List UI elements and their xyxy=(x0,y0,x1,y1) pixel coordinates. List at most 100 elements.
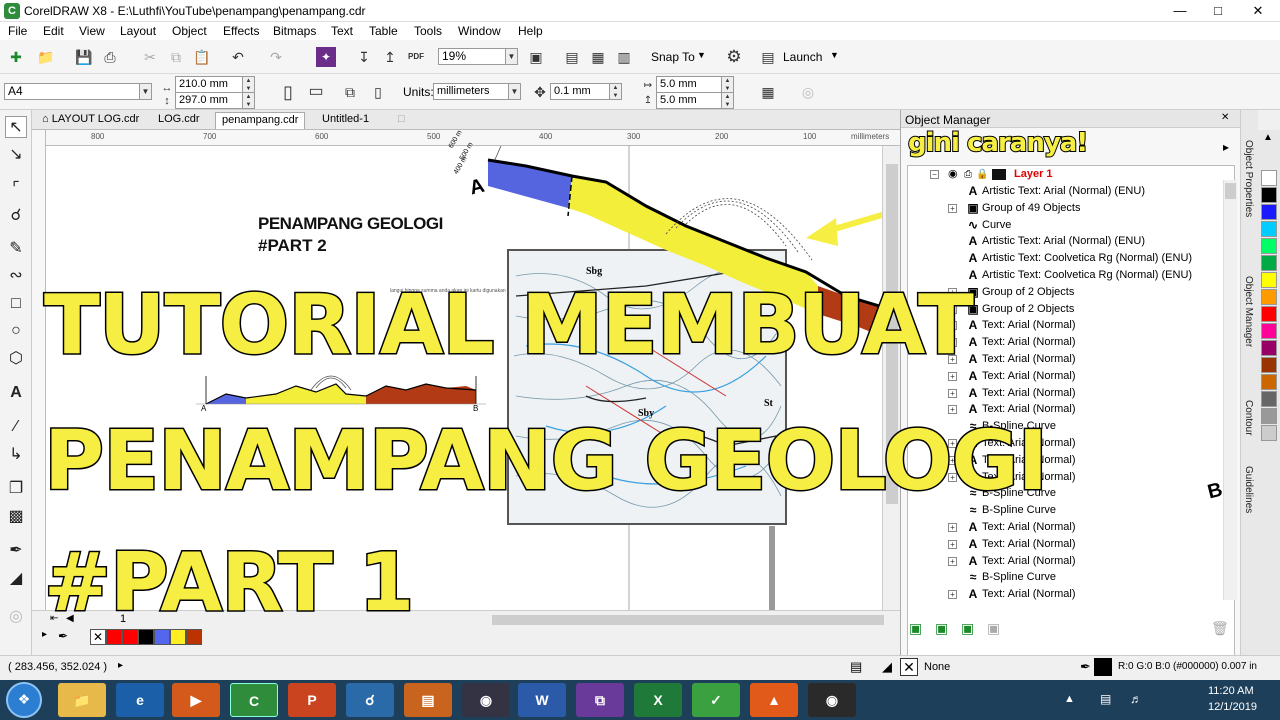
fill-bucket-icon[interactable]: ◢ xyxy=(882,659,892,675)
open-icon[interactable]: 📁 xyxy=(36,47,56,67)
palette-color-swatch[interactable] xyxy=(1261,272,1277,288)
color-swatch[interactable] xyxy=(154,629,170,645)
duplicate-y-field[interactable]: 5.0 mm xyxy=(656,92,722,109)
snap-to-button[interactable]: Snap To xyxy=(651,50,695,64)
palette-color-swatch[interactable] xyxy=(1261,221,1277,237)
object-row[interactable]: ≈ B-Spline Curve xyxy=(908,569,1228,586)
duplicate-x-field[interactable]: 5.0 mm xyxy=(656,76,722,93)
expand-icon[interactable]: + xyxy=(948,523,957,532)
visual-studio-icon[interactable]: ⧉ xyxy=(576,683,624,717)
shape-tool-icon[interactable]: ↘ xyxy=(5,144,27,166)
duplicate-x-spinner[interactable]: ▲ ▼ xyxy=(722,76,734,93)
globe-app-icon[interactable]: ◉ xyxy=(462,683,510,717)
zoom-level-field[interactable]: 19% xyxy=(438,48,506,65)
object-tree-scrollbar[interactable] xyxy=(1223,180,1237,600)
lock-icon[interactable]: 🔒 xyxy=(976,166,988,183)
outline-color-swatch[interactable] xyxy=(1094,658,1112,676)
nudge-distance-field[interactable]: 0.1 mm xyxy=(550,83,610,100)
full-screen-icon[interactable]: ▣ xyxy=(526,47,546,67)
new-master-layer-odd-icon[interactable]: ▣ xyxy=(987,620,1000,637)
menu-table[interactable]: Table xyxy=(369,24,398,38)
canvas-heading-line2[interactable]: #PART 2 xyxy=(258,236,327,256)
page-size-select[interactable]: A4 xyxy=(4,83,140,100)
menu-layout[interactable]: Layout xyxy=(120,24,156,38)
object-row[interactable]: A Artistic Text: Arial (Normal) (ENU) xyxy=(908,183,1228,200)
print-icon[interactable]: ⎙ xyxy=(100,47,120,67)
page-width-field[interactable]: 210.0 mm xyxy=(175,76,243,93)
page-height-field[interactable]: 297.0 mm xyxy=(175,92,243,109)
object-row[interactable]: + A Text: Arial (Normal) xyxy=(908,519,1228,536)
freehand-tool-icon[interactable]: ✎ xyxy=(5,238,27,260)
fill-none-swatch[interactable]: ✕ xyxy=(900,658,918,676)
artistic-media-icon[interactable]: ∾ xyxy=(5,265,27,287)
expand-icon[interactable]: + xyxy=(948,539,957,549)
object-row[interactable]: ∿ Curve xyxy=(908,217,1228,234)
launch-chevron-down-icon[interactable]: ▼ xyxy=(830,50,839,60)
palette-color-swatch[interactable] xyxy=(1261,170,1277,186)
current-page-icon[interactable]: ▯ xyxy=(368,82,388,102)
file-explorer-icon[interactable]: 📁 xyxy=(58,683,106,717)
publish-pdf-icon[interactable]: PDF xyxy=(406,47,426,67)
text-tool-icon[interactable]: A xyxy=(5,382,27,404)
palette-color-swatch[interactable] xyxy=(1261,425,1277,441)
tray-chevron-icon[interactable]: ▲ xyxy=(1064,693,1075,705)
minimize-icon[interactable]: — xyxy=(1165,0,1195,22)
search-content-icon[interactable]: ✦ xyxy=(316,47,336,67)
object-row[interactable]: + A Text: Arial (Normal) xyxy=(908,586,1228,603)
duplicate-y-spinner[interactable]: ▲ ▼ xyxy=(722,92,734,109)
crop-tool-icon[interactable]: ⌜ xyxy=(5,178,27,200)
app-orange-icon[interactable]: ▲ xyxy=(750,683,798,717)
palette-color-swatch[interactable] xyxy=(1261,323,1277,339)
landscape-icon[interactable]: ▭ xyxy=(306,82,326,102)
palette-color-swatch[interactable] xyxy=(1261,391,1277,407)
eye-icon[interactable]: ◉ xyxy=(948,166,958,183)
show-grid-icon[interactable]: ▦ xyxy=(588,47,608,67)
new-layer-icon[interactable]: ▣ xyxy=(909,620,922,637)
search-globe-icon[interactable]: ☌ xyxy=(346,683,394,717)
new-master-layer-icon[interactable]: ▣ xyxy=(935,620,948,637)
clock-time[interactable]: 11:20 AM xyxy=(1208,685,1254,697)
import-icon[interactable]: ↧ xyxy=(354,47,374,67)
color-swatch[interactable] xyxy=(138,629,154,645)
undo-icon[interactable]: ↶ xyxy=(228,47,248,67)
color-swatch[interactable] xyxy=(106,629,122,645)
options-gear-icon[interactable]: ⚙ xyxy=(724,47,744,67)
palette-color-swatch[interactable] xyxy=(1261,289,1277,305)
ellipse-tool-icon[interactable]: ○ xyxy=(5,320,27,342)
parallel-dimension-icon[interactable]: ∕ xyxy=(5,416,27,438)
small-section-label-a[interactable]: A xyxy=(201,404,206,413)
close-icon[interactable]: ✕ xyxy=(1243,0,1273,22)
launch-button[interactable]: Launch xyxy=(783,50,822,64)
expand-icon[interactable]: + xyxy=(948,556,957,566)
menu-tools[interactable]: Tools xyxy=(414,24,442,38)
units-chevron-down-icon[interactable]: ▼ xyxy=(509,83,521,100)
docker-close-icon[interactable]: ✕ xyxy=(1221,112,1229,123)
paste-icon[interactable]: 📋 xyxy=(192,47,212,67)
object-row[interactable]: + A Text: Arial (Normal) xyxy=(908,553,1228,570)
canvas-heading-line1[interactable]: PENAMPANG GEOLOGI xyxy=(258,214,443,234)
new-tab-icon[interactable]: □ xyxy=(392,112,411,129)
nudge-distance-spinner[interactable]: ▲ ▼ xyxy=(610,83,622,100)
vertical-scrollbar[interactable] xyxy=(882,146,900,610)
save-icon[interactable]: 💾 xyxy=(74,47,94,67)
tab-object-properties[interactable]: Object Properties xyxy=(1243,140,1254,217)
quick-customize-icon[interactable]: ◎ xyxy=(798,82,818,102)
docker-expand-icon[interactable]: ▸ xyxy=(1223,140,1229,154)
expand-icon[interactable]: + xyxy=(948,388,957,398)
delete-icon[interactable]: 🗑 xyxy=(1211,620,1229,637)
eyedropper-small-icon[interactable]: ✒ xyxy=(58,629,68,643)
menu-help[interactable]: Help xyxy=(518,24,543,38)
menu-object[interactable]: Object xyxy=(172,24,207,38)
tray-volume-icon[interactable]: ♬ xyxy=(1130,692,1142,706)
show-guidelines-icon[interactable]: ▥ xyxy=(614,47,634,67)
page-width-spinner[interactable]: ▲ ▼ xyxy=(243,76,255,93)
interactive-fill-icon[interactable]: ◢ xyxy=(5,568,27,590)
menu-file[interactable]: File xyxy=(8,24,27,38)
tab-untitled-1[interactable]: Untitled-1 xyxy=(316,112,375,129)
print-toggle-icon[interactable]: ⎙ xyxy=(964,166,972,183)
palette-color-swatch[interactable] xyxy=(1261,408,1277,424)
zoom-dropdown-icon[interactable]: ▼ xyxy=(506,48,518,65)
palette-color-swatch[interactable] xyxy=(1261,374,1277,390)
pick-tool-icon[interactable]: ↖ xyxy=(5,116,27,138)
word-icon[interactable]: W xyxy=(518,683,566,717)
